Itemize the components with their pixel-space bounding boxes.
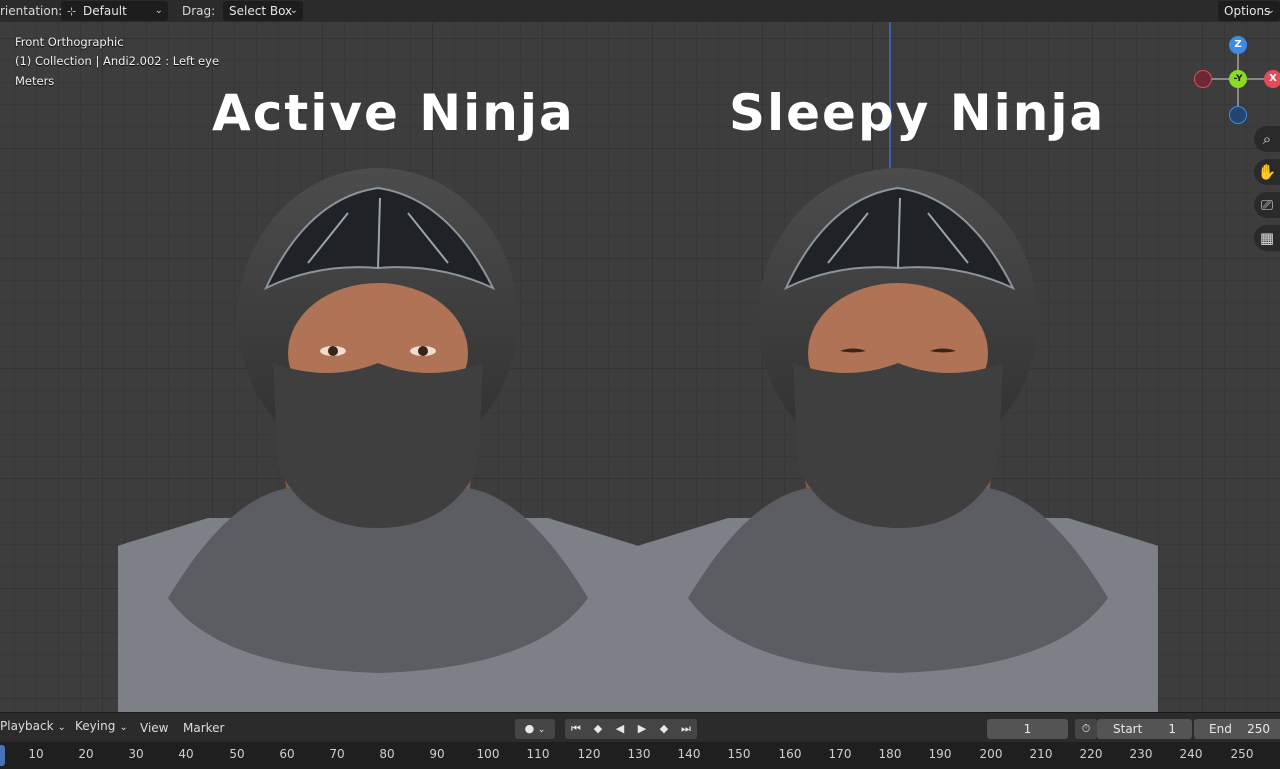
orientation-dropdown[interactable]: ⊹ Default ⌄ <box>61 1 168 21</box>
sleepy-ninja-model[interactable] <box>638 168 1158 712</box>
frame-tick: 110 <box>526 747 550 761</box>
prev-keyframe-icon[interactable]: ◆ <box>587 719 609 739</box>
marker-menu[interactable]: Marker <box>183 721 224 735</box>
frame-tick: 60 <box>279 747 295 761</box>
frame-tick: 80 <box>379 747 395 761</box>
gizmo-y-icon[interactable]: -Y <box>1229 70 1247 88</box>
frame-tick: 30 <box>128 747 144 761</box>
frame-tick: 130 <box>627 747 651 761</box>
timeline-header: Playback ⌄ Keying ⌄ View Marker ● ⌄ ⏮ ◆ ◀ … <box>0 712 1280 742</box>
playback-menu[interactable]: Playback ⌄ <box>0 719 66 733</box>
frame-tick: 40 <box>178 747 194 761</box>
frame-tick: 210 <box>1029 747 1053 761</box>
jump-start-icon[interactable]: ⏮ <box>565 719 587 739</box>
frame-tick: 90 <box>429 747 445 761</box>
frame-cursor[interactable] <box>0 745 5 766</box>
stopwatch-icon[interactable]: ⏱ <box>1075 719 1097 739</box>
frame-tick: 150 <box>727 747 751 761</box>
frame-tick: 120 <box>577 747 601 761</box>
active-ninja-title: Active Ninja <box>212 84 575 142</box>
gizmo-neg-z-icon[interactable] <box>1229 106 1247 124</box>
camera-icon[interactable]: ⎚ <box>1254 192 1280 218</box>
drag-label: Drag: <box>182 4 216 18</box>
options-dropdown[interactable]: Options ⌄ <box>1218 1 1280 21</box>
frame-tick: 250 <box>1230 747 1254 761</box>
3d-viewport[interactable]: Front Orthographic (1) Collection | Andi… <box>0 22 1280 712</box>
keying-menu[interactable]: Keying ⌄ <box>75 719 128 733</box>
view-name: Front Orthographic <box>15 35 124 49</box>
chevron-down-icon: ⌄ <box>57 722 66 733</box>
options-label: Options <box>1224 4 1271 18</box>
frame-tick: 140 <box>677 747 701 761</box>
frame-tick: 170 <box>828 747 852 761</box>
frame-tick: 160 <box>778 747 802 761</box>
viewport-header: rientation: ⊹ Default ⌄ Drag: Select Box … <box>0 0 1280 22</box>
frame-tick: 190 <box>928 747 952 761</box>
drag-value: Select Box <box>229 4 293 18</box>
current-frame-field[interactable]: 1 <box>987 719 1068 739</box>
chevron-down-icon: ⌄ <box>119 722 128 733</box>
orientation-value: Default <box>83 4 127 18</box>
playback-label: Playback <box>0 719 54 733</box>
frame-tick: 240 <box>1179 747 1203 761</box>
start-label: Start <box>1113 722 1143 736</box>
frame-tick: 20 <box>78 747 94 761</box>
collection-info: (1) Collection | Andi2.002 : Left eye <box>15 54 220 68</box>
chevron-down-icon: ⌄ <box>289 5 298 16</box>
play-reverse-icon[interactable]: ◀ <box>609 719 631 739</box>
chevron-down-icon: ⌄ <box>154 5 163 16</box>
gizmo-neg-x-icon[interactable] <box>1194 70 1212 88</box>
end-value: 250 <box>1247 722 1270 736</box>
auto-keying-toggle[interactable]: ● ⌄ <box>515 719 555 739</box>
zoom-icon[interactable]: ⌕ <box>1254 126 1280 152</box>
grid-icon[interactable]: ▦ <box>1254 225 1280 251</box>
transform-orientation-icon: ⊹ <box>67 5 77 18</box>
chevron-down-icon: ⌄ <box>1266 5 1275 16</box>
orientation-label: rientation: <box>0 4 63 18</box>
frame-tick: 100 <box>476 747 500 761</box>
start-value: 1 <box>1168 722 1176 736</box>
frame-tick: 200 <box>979 747 1003 761</box>
frame-ruler[interactable]: 10 20 30 40 50 60 70 80 90 100 110 120 1… <box>0 742 1280 769</box>
frame-tick: 180 <box>878 747 902 761</box>
start-frame-field[interactable]: Start 1 <box>1097 719 1192 739</box>
chevron-down-icon: ⌄ <box>537 725 546 735</box>
keying-label: Keying <box>75 719 116 733</box>
frame-tick: 220 <box>1079 747 1103 761</box>
unit-label: Meters <box>15 74 55 88</box>
record-icon: ● <box>524 722 535 735</box>
gizmo-x-icon[interactable]: X <box>1264 70 1280 88</box>
jump-end-icon[interactable]: ⏭ <box>675 719 697 739</box>
gizmo-z-icon[interactable]: Z <box>1229 36 1247 54</box>
hand-pan-icon[interactable]: ✋ <box>1254 159 1280 185</box>
navigation-gizmo[interactable]: Z -Y X <box>1190 34 1280 124</box>
end-label: End <box>1209 722 1232 736</box>
current-frame-value: 1 <box>1023 722 1032 736</box>
frame-tick: 70 <box>329 747 345 761</box>
drag-dropdown[interactable]: Select Box ⌄ <box>223 1 303 21</box>
view-menu[interactable]: View <box>140 721 168 735</box>
sleepy-ninja-title: Sleepy Ninja <box>729 84 1106 142</box>
next-keyframe-icon[interactable]: ◆ <box>653 719 675 739</box>
frame-tick: 230 <box>1129 747 1153 761</box>
frame-tick: 50 <box>229 747 245 761</box>
frame-tick: 10 <box>28 747 44 761</box>
active-ninja-model[interactable] <box>118 168 638 712</box>
play-icon[interactable]: ▶ <box>631 719 653 739</box>
end-frame-field[interactable]: End 250 <box>1194 719 1280 739</box>
